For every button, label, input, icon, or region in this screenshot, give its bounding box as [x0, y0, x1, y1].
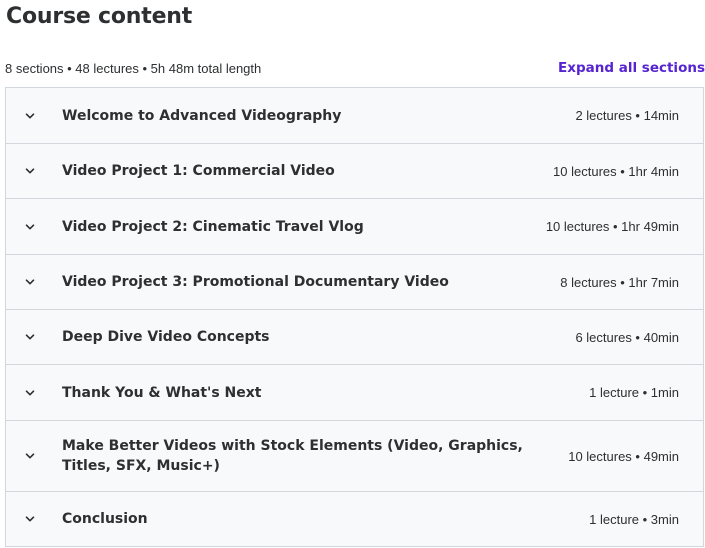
section-info: 1 lecture • 3min — [589, 511, 679, 527]
page-title: Course content — [6, 4, 193, 29]
expand-all-button[interactable]: Expand all sections — [558, 60, 705, 76]
chevron-down-icon — [6, 110, 62, 122]
chevron-down-icon — [6, 450, 62, 462]
chevron-down-icon — [6, 331, 62, 343]
section-header[interactable]: Thank You & What's Next 1 lecture • 1min — [6, 365, 703, 421]
section-header[interactable]: Make Better Videos with Stock Elements (… — [6, 421, 703, 492]
section-info: 6 lectures • 40min — [575, 329, 679, 345]
section-info: 10 lectures • 49min — [568, 448, 679, 464]
chevron-down-icon — [6, 165, 62, 177]
section-header[interactable]: Conclusion 1 lecture • 3min — [6, 492, 703, 546]
section-info: 8 lectures • 1hr 7min — [560, 274, 679, 290]
course-meta-row: 8 sections • 48 lectures • 5h 48m total … — [5, 58, 705, 78]
course-summary: 8 sections • 48 lectures • 5h 48m total … — [5, 60, 262, 76]
section-title: Deep Dive Video Concepts — [62, 329, 270, 345]
course-content-panel: Course content 8 sections • 48 lectures … — [0, 0, 705, 548]
section-header[interactable]: Deep Dive Video Concepts 6 lectures • 40… — [6, 310, 703, 365]
chevron-down-icon — [6, 221, 62, 233]
section-title: Thank You & What's Next — [62, 384, 262, 401]
section-list: Welcome to Advanced Videography 2 lectur… — [5, 87, 704, 547]
section-title: Welcome to Advanced Videography — [62, 107, 342, 124]
chevron-down-icon — [6, 387, 62, 399]
section-title: Make Better Videos with Stock Elements (… — [62, 438, 523, 474]
section-title: Conclusion — [62, 511, 148, 527]
section-header[interactable]: Video Project 1: Commercial Video 10 lec… — [6, 144, 703, 199]
section-header[interactable]: Video Project 2: Cinematic Travel Vlog 1… — [6, 199, 703, 255]
section-info: 1 lecture • 1min — [589, 385, 679, 400]
section-header[interactable]: Video Project 3: Promotional Documentary… — [6, 255, 703, 310]
section-info: 10 lectures • 1hr 49min — [545, 219, 679, 234]
section-header[interactable]: Welcome to Advanced Videography 2 lectur… — [6, 88, 703, 144]
section-title: Video Project 1: Commercial Video — [62, 163, 335, 179]
section-info: 10 lectures • 1hr 4min — [553, 163, 679, 179]
section-title: Video Project 2: Cinematic Travel Vlog — [62, 218, 364, 235]
chevron-down-icon — [6, 513, 62, 525]
section-info: 2 lectures • 14min — [575, 108, 679, 123]
chevron-down-icon — [6, 276, 62, 288]
section-title: Video Project 3: Promotional Documentary… — [62, 274, 449, 290]
